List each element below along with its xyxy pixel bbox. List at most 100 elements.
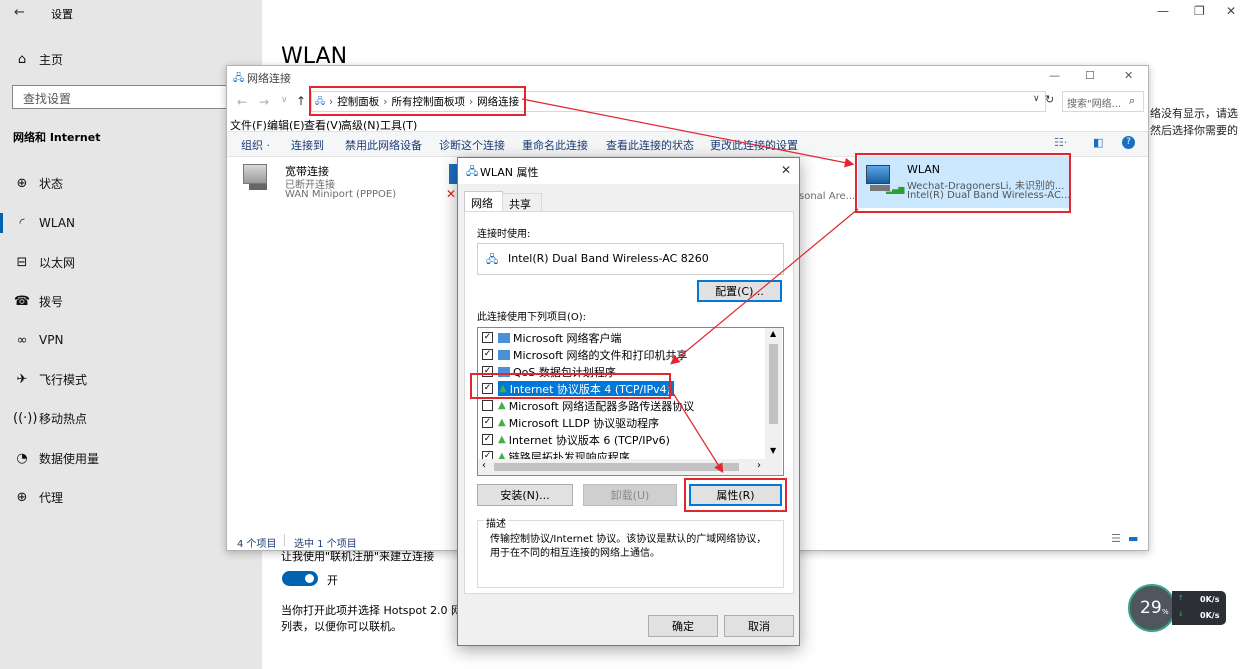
uninstall-button[interactable]: 卸载(U): [583, 484, 677, 506]
search-input[interactable]: 搜索"网络... ⌕: [1062, 91, 1144, 112]
list-item-label: Microsoft 网络客户端: [513, 331, 622, 345]
components-list[interactable]: ✓ Microsoft 网络客户端 ✓ Microsoft 网络的文件和打印机共…: [477, 327, 784, 476]
back-arrow-icon[interactable]: ←: [14, 5, 25, 20]
sidebar-item-label: 状态: [39, 176, 64, 191]
list-item[interactable]: ✓ Microsoft 网络的文件和打印机共享: [482, 346, 688, 363]
settings-sidebar: ← 设置 ⌂ 主页 查找设置 网络和 Internet ⊕ 状态 ◜ WLAN …: [0, 0, 262, 669]
cancel-button[interactable]: 取消: [724, 615, 794, 637]
sidebar-item-data-usage[interactable]: ◔ 数据使用量: [0, 440, 262, 476]
file-sharing-icon: [498, 349, 510, 360]
sidebar-item-home[interactable]: ⌂ 主页: [0, 41, 262, 77]
description-group: 描述 传输控制协议/Internet 协议。该协议是默认的广域网络协议，用于在不…: [477, 515, 784, 588]
list-item[interactable]: ▲ Microsoft 网络适配器多路传送器协议: [482, 397, 694, 414]
list-item[interactable]: ✓ ▲ Microsoft LLDP 协议驱动程序: [482, 414, 659, 431]
connect-to-button[interactable]: 连接到: [291, 137, 324, 153]
diagnose-button[interactable]: 诊断这个连接: [439, 137, 505, 153]
upload-arrow-icon: ↑: [1178, 594, 1184, 602]
adapter-icon: 🖧: [486, 253, 499, 266]
tiles-view-icon[interactable]: ▬: [1128, 532, 1138, 545]
sidebar-item-label: 拨号: [39, 294, 64, 309]
broadband-connection-item[interactable]: 宽带连接 已断开连接 WAN Miniport (PPPOE): [239, 162, 454, 204]
refresh-icon[interactable]: ↻: [1045, 93, 1054, 106]
maximize-icon[interactable]: ☐: [1085, 69, 1095, 82]
checkbox[interactable]: [482, 400, 493, 411]
list-item[interactable]: ✓ ▲ Internet 协议版本 6 (TCP/IPv6): [482, 431, 670, 448]
up-icon[interactable]: ↑: [296, 94, 306, 108]
view-options-icon[interactable]: ☷·: [1054, 136, 1067, 149]
usage-percent: 29: [1140, 598, 1162, 618]
scroll-thumb[interactable]: [769, 344, 778, 424]
adapter-name: Intel(R) Dual Band Wireless-AC 8260: [508, 252, 709, 265]
sidebar-item-wlan[interactable]: ◜ WLAN: [0, 205, 262, 241]
vertical-scrollbar[interactable]: ▲ ▼: [765, 328, 782, 459]
annotation-ipv4-box: [470, 373, 671, 399]
tab-network[interactable]: 网络: [464, 191, 503, 212]
dialup-icon: ☎: [13, 293, 31, 309]
install-button[interactable]: 安装(N)...: [477, 484, 573, 506]
speed-panel: ↑ 0K/s ↓ 0K/s: [1172, 591, 1226, 625]
help-icon[interactable]: ?: [1122, 136, 1135, 149]
restore-icon[interactable]: ❐: [1194, 4, 1205, 18]
view-status-button[interactable]: 查看此连接的状态: [606, 137, 694, 153]
connect-using-label: 连接时使用:: [477, 229, 531, 240]
horizontal-scrollbar[interactable]: ‹ ›: [478, 459, 782, 475]
minimize-icon[interactable]: —: [1049, 69, 1060, 82]
data-usage-icon: ◔: [16, 450, 28, 466]
close-icon[interactable]: ✕: [1124, 69, 1133, 82]
search-settings-input[interactable]: 查找设置: [12, 85, 248, 109]
address-dropdown-icon[interactable]: ∨: [1033, 94, 1040, 104]
scroll-thumb[interactable]: [494, 463, 739, 471]
register-toggle[interactable]: [282, 571, 318, 586]
close-icon[interactable]: ✕: [781, 163, 791, 177]
description-text: 传输控制协议/Internet 协议。该协议是默认的广域网络协议，用于在不同的相…: [490, 534, 767, 559]
close-icon[interactable]: ✕: [1226, 4, 1236, 18]
scroll-right-icon[interactable]: ›: [757, 460, 761, 471]
network-adapter-icon: [449, 164, 457, 184]
sidebar-item-label: 数据使用量: [39, 451, 100, 466]
back-icon[interactable]: ←: [237, 95, 247, 109]
sidebar-item-status[interactable]: ⊕ 状态: [0, 165, 262, 201]
configure-button[interactable]: 配置(C)...: [697, 280, 782, 302]
change-settings-button[interactable]: 更改此连接的设置: [710, 137, 798, 153]
minimize-icon[interactable]: —: [1157, 4, 1169, 18]
list-item[interactable]: ✓ Microsoft 网络客户端: [482, 329, 622, 346]
disable-device-button[interactable]: 禁用此网络设备: [345, 137, 422, 153]
annotation-breadcrumb-box: [309, 86, 526, 116]
scroll-left-icon[interactable]: ‹: [482, 460, 486, 471]
checkbox[interactable]: ✓: [482, 417, 493, 428]
forward-icon[interactable]: →: [259, 95, 269, 109]
sidebar-item-dialup[interactable]: ☎ 拨号: [0, 283, 262, 319]
checkbox[interactable]: ✓: [482, 332, 493, 343]
upload-speed: 0K/s: [1200, 595, 1220, 604]
scroll-down-icon[interactable]: ▼: [770, 446, 776, 455]
scroll-up-icon[interactable]: ▲: [770, 329, 776, 338]
home-icon: ⌂: [17, 51, 27, 67]
organize-button[interactable]: 组织 ·: [241, 137, 270, 153]
sidebar-item-airplane[interactable]: ✈ 飞行模式: [0, 361, 262, 397]
tab-sharing[interactable]: 共享: [502, 193, 542, 211]
recent-chevron-icon[interactable]: ∨: [281, 95, 288, 105]
sidebar-item-label: 以太网: [39, 255, 76, 270]
info-text-line: 络没有显示，请选: [1150, 107, 1238, 120]
items-label: 此连接使用下列项目(O):: [477, 312, 587, 323]
rename-button[interactable]: 重命名此连接: [522, 137, 588, 153]
details-view-icon[interactable]: ☰: [1111, 532, 1121, 545]
hotspot-text-line: 当你打开此项并选择 Hotspot 2.0 网: [281, 604, 463, 617]
info-text-line: 然后选择你需要的: [1150, 124, 1238, 137]
ok-button[interactable]: 确定: [648, 615, 718, 637]
status-divider: [284, 534, 285, 546]
usage-percent-unit: %: [1162, 608, 1169, 616]
sidebar-item-ethernet[interactable]: ⊟ 以太网: [0, 244, 262, 280]
status-item-count: 4 个项目: [237, 539, 277, 550]
checkbox[interactable]: ✓: [482, 349, 493, 360]
ethernet-icon: ⊟: [16, 254, 28, 270]
sidebar-item-hotspot[interactable]: ((·)) 移动热点: [0, 400, 262, 436]
sidebar-item-vpn[interactable]: ∞ VPN: [0, 322, 262, 358]
sidebar-item-proxy[interactable]: ⊕ 代理: [0, 479, 262, 515]
broadband-computer-icon: [241, 164, 269, 190]
checkbox[interactable]: ✓: [482, 434, 493, 445]
app-title: 设置: [51, 8, 73, 21]
network-speed-widget[interactable]: 29 % ↑ 0K/s ↓ 0K/s: [1128, 584, 1226, 632]
preview-pane-icon[interactable]: ◧: [1093, 136, 1103, 149]
sidebar-item-label: 飞行模式: [39, 372, 88, 387]
